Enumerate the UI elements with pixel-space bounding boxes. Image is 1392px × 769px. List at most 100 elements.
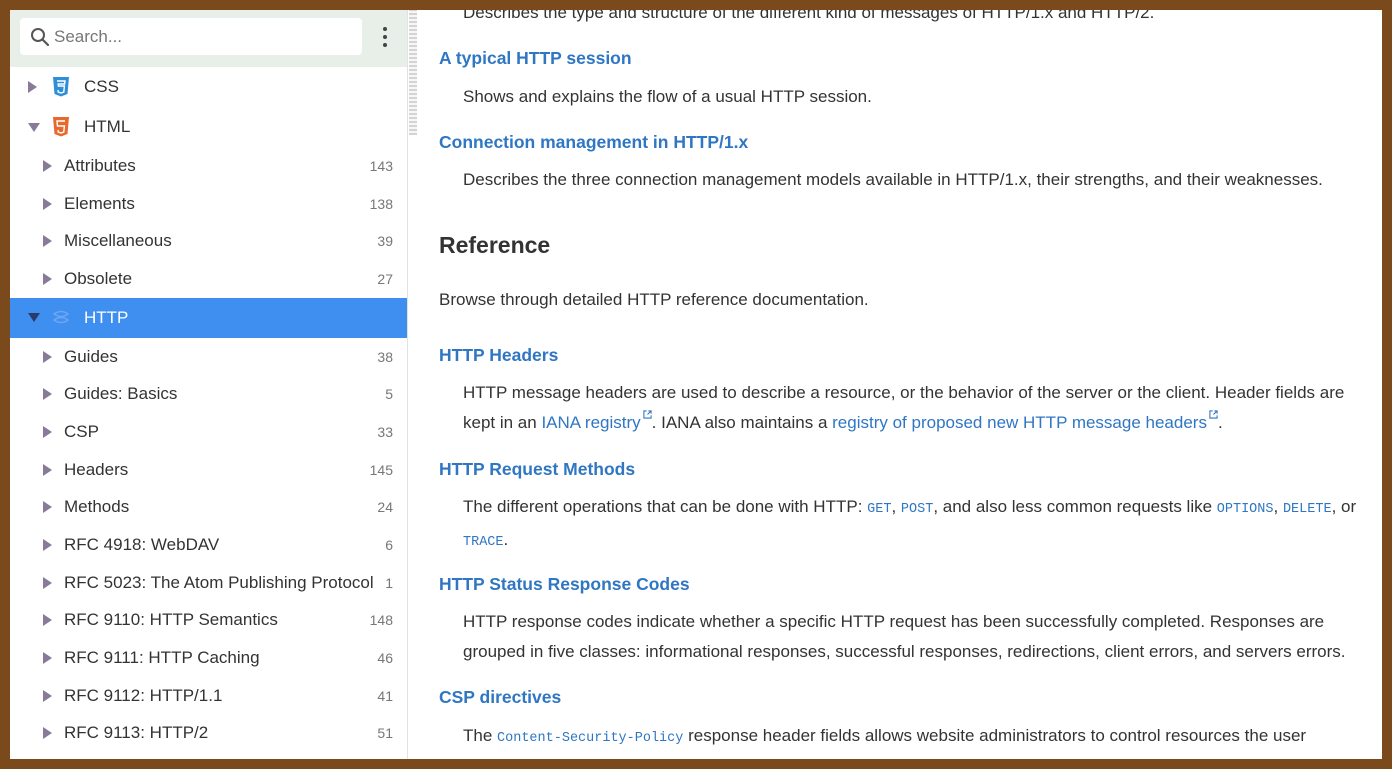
entry-link-csp-directives[interactable]: CSP directives: [439, 687, 561, 708]
entry-description: Describes the type and structure of the …: [463, 10, 1155, 22]
code-delete: DELETE: [1282, 502, 1332, 517]
sidebar-item-rfc-5023[interactable]: RFC 5023: The Atom Publishing Protocol 1: [10, 564, 407, 602]
sidebar-item-obsolete[interactable]: Obsolete 27: [10, 260, 407, 298]
sidebar-item-html[interactable]: HTML: [10, 107, 407, 147]
sidebar-item-label: CSS: [84, 77, 119, 96]
expand-arrow-icon[interactable]: [43, 614, 52, 627]
link-label: IANA registry: [541, 413, 641, 432]
entry-link-connection-management[interactable]: Connection management in HTTP/1.x: [439, 132, 748, 153]
section-intro: Browse through detailed HTTP reference d…: [439, 290, 869, 309]
expand-arrow-icon[interactable]: [43, 539, 52, 552]
expand-arrow-icon[interactable]: [43, 652, 52, 665]
item-count: 6: [385, 537, 393, 554]
html5-icon: [53, 117, 69, 137]
code-get: GET: [867, 502, 892, 517]
sidebar-item-http[interactable]: HTTP: [10, 297, 407, 338]
csp-header-link[interactable]: Content-Security-Policy: [497, 726, 683, 746]
entry-description: HTTP message headers are used to describ…: [463, 378, 1363, 438]
entry-description: The different operations that can be don…: [463, 492, 1363, 558]
sidebar-item-rfc-9112[interactable]: RFC 9112: HTTP/1.1 41: [10, 677, 407, 715]
sidebar-item-label: RFC 9113: HTTP/2: [64, 723, 209, 743]
collapse-arrow-icon[interactable]: [28, 313, 40, 323]
proposed-headers-link[interactable]: registry of proposed new HTTP message he…: [832, 410, 1218, 432]
item-count: 38: [377, 348, 393, 365]
expand-arrow-icon[interactable]: [43, 727, 52, 740]
search-icon: [31, 28, 50, 47]
sidebar-item-label: HTTP: [84, 307, 129, 327]
sidebar-item-attributes[interactable]: Attributes 143: [10, 147, 407, 185]
external-link-icon: [1209, 410, 1218, 419]
expand-arrow-icon[interactable]: [43, 463, 52, 476]
get-method-link[interactable]: GET: [867, 497, 892, 517]
iana-registry-link[interactable]: IANA registry: [541, 410, 652, 432]
sidebar-item-methods[interactable]: Methods 24: [10, 489, 407, 527]
sidebar-item-guides-basics[interactable]: Guides: Basics 5: [10, 375, 407, 413]
expand-arrow-icon[interactable]: [43, 197, 52, 210]
sidebar-item-label: RFC 9111: HTTP Caching: [64, 648, 260, 668]
http-icon: [52, 310, 70, 323]
sidebar-item-label: Elements: [64, 193, 135, 213]
desc-text: The different operations that can be don…: [463, 497, 868, 516]
main-content: Describes the type and structure of the …: [439, 10, 1369, 759]
item-count: 5: [385, 386, 393, 403]
delete-method-link[interactable]: DELETE: [1282, 497, 1332, 517]
resize-handle[interactable]: [409, 10, 417, 135]
entry-link-http-status-codes[interactable]: HTTP Status Response Codes: [439, 574, 690, 595]
item-count: 145: [369, 461, 393, 478]
desc-text: ,: [1273, 497, 1283, 516]
sidebar-item-csp[interactable]: CSP 33: [10, 413, 407, 451]
sidebar-item-label: RFC 4918: WebDAV: [64, 535, 220, 555]
entry-link-http-request-methods[interactable]: HTTP Request Methods: [439, 459, 635, 480]
desc-text: , and also less common requests like: [933, 497, 1217, 516]
sidebar-item-guides[interactable]: Guides 38: [10, 338, 407, 376]
options-method-link[interactable]: OPTIONS: [1216, 497, 1274, 517]
expand-arrow-icon[interactable]: [43, 272, 52, 285]
sidebar-item-rfc-9113[interactable]: RFC 9113: HTTP/2 51: [10, 715, 407, 753]
expand-arrow-icon[interactable]: [43, 235, 52, 248]
link-label: registry of proposed new HTTP message he…: [832, 413, 1207, 432]
desc-text: .: [1217, 413, 1223, 432]
collapse-arrow-icon[interactable]: [28, 122, 40, 132]
expand-arrow-icon[interactable]: [43, 350, 52, 363]
entry-link-http-session[interactable]: A typical HTTP session: [439, 48, 632, 69]
expand-arrow-icon[interactable]: [43, 689, 52, 702]
expand-arrow-icon[interactable]: [43, 388, 52, 401]
expand-arrow-icon[interactable]: [43, 425, 52, 438]
trace-method-link[interactable]: TRACE: [463, 530, 504, 550]
expand-arrow-icon[interactable]: [43, 159, 52, 172]
sidebar-item-miscellaneous[interactable]: Miscellaneous 39: [10, 222, 407, 260]
search-input[interactable]: [54, 18, 354, 55]
search-bar: [10, 10, 407, 67]
sidebar-item-css[interactable]: CSS: [10, 67, 407, 107]
expand-arrow-icon[interactable]: [43, 501, 52, 514]
item-count: 41: [377, 687, 393, 704]
section-heading-reference: Reference: [439, 232, 551, 258]
expand-arrow-icon[interactable]: [28, 81, 37, 93]
expand-arrow-icon[interactable]: [43, 576, 52, 589]
item-count: 27: [377, 270, 393, 287]
desc-text: .: [503, 530, 509, 549]
sidebar-item-rfc-9111[interactable]: RFC 9111: HTTP Caching 46: [10, 639, 407, 677]
sidebar-item-label: Attributes: [64, 155, 136, 175]
entry-description: Describes the three connection managemen…: [463, 170, 1323, 189]
sidebar-item-rfc-9110[interactable]: RFC 9110: HTTP Semantics 148: [10, 602, 407, 640]
sidebar-item-headers[interactable]: Headers 145: [10, 451, 407, 489]
item-count: 1: [385, 574, 393, 591]
desc-text: . IANA also maintains a: [651, 413, 833, 432]
post-method-link[interactable]: POST: [901, 497, 933, 517]
item-count: 39: [377, 233, 393, 250]
sidebar-item-label: CSP: [64, 421, 99, 441]
sidebar-item-rfc-4918[interactable]: RFC 4918: WebDAV 6: [10, 526, 407, 564]
sidebar-item-label: Headers: [64, 459, 129, 479]
code-options: OPTIONS: [1216, 502, 1274, 517]
entry-description: The Content-Security-Policy response hea…: [463, 721, 1363, 754]
code-trace: TRACE: [463, 535, 504, 550]
app-frame: CSS HTML Attributes 143 Elements 138: [10, 10, 1382, 759]
entry-link-http-headers[interactable]: HTTP Headers: [439, 345, 558, 366]
sidebar-item-elements[interactable]: Elements 138: [10, 185, 407, 223]
sidebar-item-label: RFC 5023: The Atom Publishing Protocol: [64, 572, 374, 592]
search-box[interactable]: [20, 18, 362, 55]
sidebar-item-label: Obsolete: [64, 268, 133, 288]
desc-text: ,: [891, 497, 901, 516]
menu-icon[interactable]: [372, 22, 398, 52]
